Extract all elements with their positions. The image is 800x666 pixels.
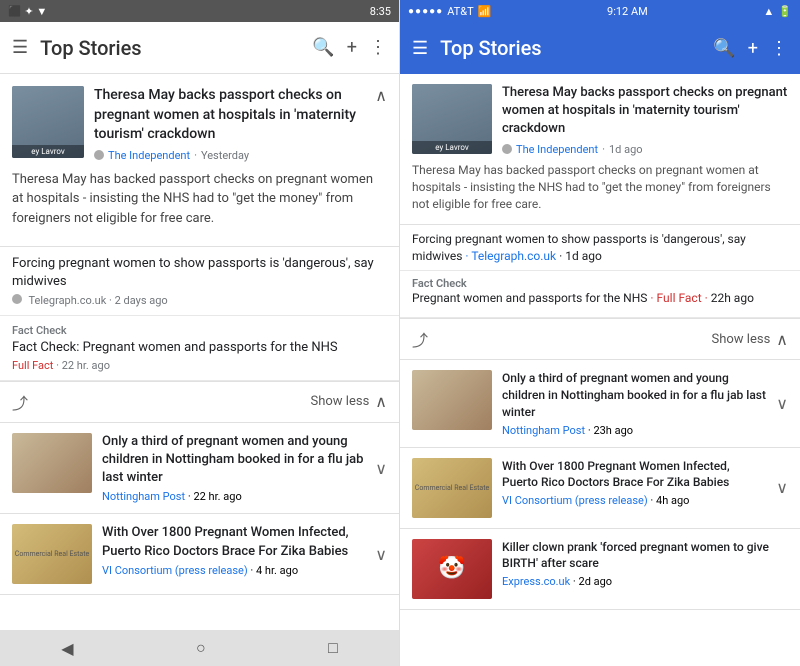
right-secondary-3-thumb: 🤡 bbox=[412, 539, 492, 599]
home-button[interactable]: ○ bbox=[196, 638, 206, 658]
left-secondary-1-thumb bbox=[12, 433, 92, 493]
left-add-icon[interactable]: + bbox=[347, 37, 357, 58]
right-secondary-1-thumb bbox=[412, 370, 492, 430]
left-related-1: Forcing pregnant women to show passports… bbox=[0, 247, 399, 315]
left-secondary-2-title: With Over 1800 Pregnant Women Infected, … bbox=[102, 524, 365, 560]
left-fact-check-label: Fact Check bbox=[12, 324, 387, 337]
right-main-thumb: ey Lavrov bbox=[412, 84, 492, 154]
left-status-icons: ⬛ ✦ ▼ bbox=[8, 5, 47, 18]
right-add-icon[interactable]: + bbox=[748, 38, 758, 59]
left-secondary-2-thumb: Commercial Real Estate bbox=[12, 524, 92, 584]
left-secondary-2: Commercial Real Estate With Over 1800 Pr… bbox=[0, 514, 399, 595]
right-secondary-1-expand[interactable]: ∨ bbox=[776, 394, 788, 413]
left-secondary-1-source: Nottingham Post · 22 hr. ago bbox=[102, 490, 365, 503]
right-fact-check-label: Fact Check bbox=[412, 277, 788, 290]
left-related-1-source: Telegraph.co.uk · 2 days ago bbox=[12, 294, 387, 307]
right-share-icon[interactable]: ⤴ bbox=[412, 327, 428, 351]
left-expand-btn[interactable]: ∧ bbox=[375, 86, 387, 162]
right-secondary-3-source: Express.co.uk · 2d ago bbox=[502, 575, 788, 588]
right-show-less-chevron[interactable]: ∧ bbox=[776, 330, 788, 349]
left-related-2: Fact Check Fact Check: Pregnant women an… bbox=[0, 316, 399, 381]
right-related-2-title: Pregnant women and passports for the NHS… bbox=[412, 290, 788, 307]
right-secondary-2-title: With Over 1800 Pregnant Women Infected, … bbox=[502, 458, 766, 492]
right-carrier: AT&T bbox=[447, 5, 473, 18]
right-content: ey Lavrov Theresa May backs passport che… bbox=[400, 74, 800, 666]
left-nav-bar: ◀ ○ □ bbox=[0, 630, 399, 666]
right-battery: 🔋 bbox=[778, 5, 792, 18]
right-carrier-dots: ●●●●● bbox=[408, 6, 443, 17]
left-panel: ⬛ ✦ ▼ 8:35 ☰ Top Stories 🔍 + ⋮ ey Lavrov… bbox=[0, 0, 400, 666]
left-related-1-title: Forcing pregnant women to show passports… bbox=[12, 255, 387, 291]
right-secondary-2-expand[interactable]: ∨ bbox=[776, 478, 788, 497]
left-secondary-1-title: Only a third of pregnant women and young… bbox=[102, 433, 365, 488]
left-related-2-source: Full Fact · 22 hr. ago bbox=[12, 359, 387, 372]
left-toolbar: ☰ Top Stories 🔍 + ⋮ bbox=[0, 22, 399, 74]
left-show-less-text[interactable]: Show less bbox=[311, 394, 370, 409]
right-related-1: Forcing pregnant women to show passports… bbox=[400, 225, 800, 272]
left-show-less-chevron[interactable]: ∧ bbox=[375, 392, 387, 411]
left-toolbar-title: Top Stories bbox=[40, 36, 300, 60]
right-main-source: The Independent · 1d ago bbox=[502, 143, 788, 156]
right-toolbar-title: Top Stories bbox=[440, 36, 701, 60]
left-status-bar: ⬛ ✦ ▼ 8:35 bbox=[0, 0, 399, 22]
left-time: 8:35 bbox=[370, 5, 391, 18]
recent-button[interactable]: □ bbox=[328, 638, 338, 658]
left-main-thumb: ey Lavrov bbox=[12, 86, 84, 158]
left-main-title: Theresa May backs passport checks on pre… bbox=[94, 86, 365, 145]
left-menu-icon[interactable]: ☰ bbox=[12, 37, 28, 58]
left-secondary-1: Only a third of pregnant women and young… bbox=[0, 423, 399, 515]
right-source-name: The Independent bbox=[516, 143, 598, 156]
left-main-story: ey Lavrov Theresa May backs passport che… bbox=[0, 74, 399, 247]
left-source-time-val: Yesterday bbox=[201, 149, 249, 162]
right-menu-icon[interactable]: ☰ bbox=[412, 38, 428, 59]
right-related-2: Fact Check Pregnant women and passports … bbox=[400, 271, 800, 318]
right-secondary-2: Commercial Real Estate With Over 1800 Pr… bbox=[400, 448, 800, 529]
right-wifi: 📶 bbox=[478, 5, 492, 18]
left-secondary-2-expand[interactable]: ∨ bbox=[375, 545, 387, 564]
right-status-bar: ●●●●● AT&T 📶 9:12 AM ▲ 🔋 bbox=[400, 0, 800, 22]
right-main-summary: Theresa May has backed passport checks o… bbox=[412, 162, 788, 214]
left-search-icon[interactable]: 🔍 bbox=[312, 37, 334, 58]
left-main-source: The Independent · Yesterday bbox=[94, 149, 365, 162]
right-search-icon[interactable]: 🔍 bbox=[713, 38, 735, 59]
right-secondary-1-source: Nottingham Post · 23h ago bbox=[502, 424, 766, 437]
right-main-story: ey Lavrov Theresa May backs passport che… bbox=[400, 74, 800, 225]
right-related-1-title: Forcing pregnant women to show passports… bbox=[412, 231, 788, 265]
right-secondary-1-title: Only a third of pregnant women and young… bbox=[502, 370, 766, 420]
left-main-summary: Theresa May has backed passport checks o… bbox=[12, 170, 387, 229]
right-secondary-1: Only a third of pregnant women and young… bbox=[400, 360, 800, 447]
right-secondary-2-thumb: Commercial Real Estate bbox=[412, 458, 492, 518]
right-show-less-text[interactable]: Show less bbox=[712, 332, 771, 347]
right-secondary-3: 🤡 Killer clown prank 'forced pregnant wo… bbox=[400, 529, 800, 610]
left-content: ey Lavrov Theresa May backs passport che… bbox=[0, 74, 399, 630]
right-secondary-3-title: Killer clown prank 'forced pregnant wome… bbox=[502, 539, 788, 573]
right-secondary-2-source: VI Consortium (press release) · 4h ago bbox=[502, 494, 766, 507]
back-button[interactable]: ◀ bbox=[61, 639, 73, 658]
right-nav-icon: ▲ bbox=[763, 5, 774, 18]
right-more-icon[interactable]: ⋮ bbox=[770, 38, 788, 59]
left-source-time: · bbox=[194, 149, 197, 162]
right-panel: ●●●●● AT&T 📶 9:12 AM ▲ 🔋 ☰ Top Stories 🔍… bbox=[400, 0, 800, 666]
left-secondary-2-source: VI Consortium (press release) · 4 hr. ag… bbox=[102, 564, 365, 577]
left-share-icon[interactable]: ⤴ bbox=[12, 390, 28, 414]
left-secondary-1-expand[interactable]: ∨ bbox=[375, 459, 387, 478]
left-show-less-bar: ⤴ Show less ∧ bbox=[0, 381, 399, 423]
left-related-2-title: Fact Check: Pregnant women and passports… bbox=[12, 339, 387, 357]
left-source-name: The Independent bbox=[108, 149, 190, 162]
right-time: 9:12 AM bbox=[607, 5, 648, 18]
left-more-icon[interactable]: ⋮ bbox=[369, 37, 387, 58]
right-toolbar: ☰ Top Stories 🔍 + ⋮ bbox=[400, 22, 800, 74]
right-show-less-bar: ⤴ Show less ∧ bbox=[400, 318, 800, 360]
right-main-title: Theresa May backs passport checks on pre… bbox=[502, 84, 788, 139]
